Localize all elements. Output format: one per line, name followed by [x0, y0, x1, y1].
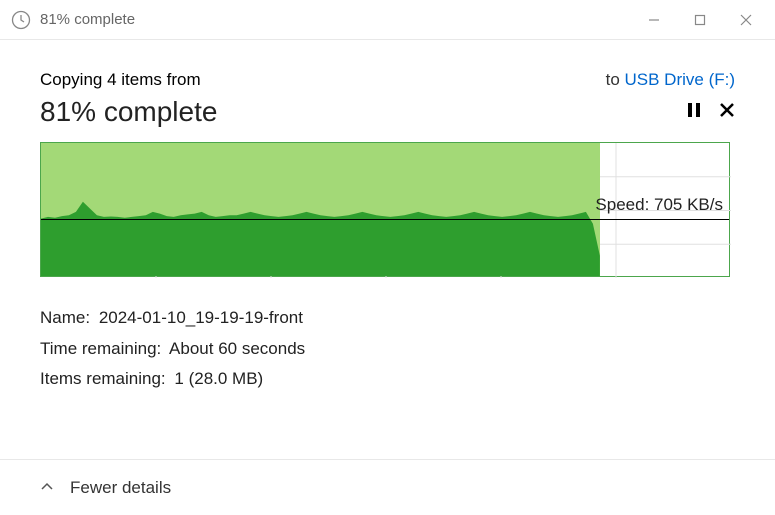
- window-title: 81% complete: [40, 11, 631, 28]
- percent-complete: 81% complete: [40, 96, 217, 128]
- minimize-button[interactable]: [631, 4, 677, 36]
- details: Name: 2024-01-10_19-19-19-front Time rem…: [40, 303, 735, 395]
- copying-source-text: Copying 4 items from: [40, 70, 201, 90]
- copy-destination: to USB Drive (F:): [606, 70, 735, 90]
- copy-header: Copying 4 items from to USB Drive (F:): [40, 70, 735, 90]
- speed-label: Speed: 705 KB/s: [595, 195, 723, 215]
- detail-time: Time remaining: About 60 seconds: [40, 334, 735, 365]
- cancel-button[interactable]: [719, 102, 735, 123]
- maximize-button[interactable]: [677, 4, 723, 36]
- content: Copying 4 items from to USB Drive (F:) 8…: [0, 40, 775, 395]
- footer: Fewer details: [0, 459, 775, 515]
- titlebar: 81% complete: [0, 0, 775, 40]
- detail-name: Name: 2024-01-10_19-19-19-front: [40, 303, 735, 334]
- speed-chart: Speed: 705 KB/s: [40, 142, 730, 277]
- detail-items: Items remaining: 1 (28.0 MB): [40, 364, 735, 395]
- chevron-up-icon: [40, 481, 54, 495]
- close-button[interactable]: [723, 4, 769, 36]
- speed-midline: [41, 219, 729, 220]
- progress-row: 81% complete: [40, 96, 735, 128]
- destination-link[interactable]: USB Drive (F:): [625, 70, 736, 89]
- pause-button[interactable]: [687, 102, 701, 123]
- fewer-details-toggle[interactable]: Fewer details: [40, 478, 171, 498]
- speed-wave: [41, 141, 600, 276]
- clock-icon: [10, 9, 32, 31]
